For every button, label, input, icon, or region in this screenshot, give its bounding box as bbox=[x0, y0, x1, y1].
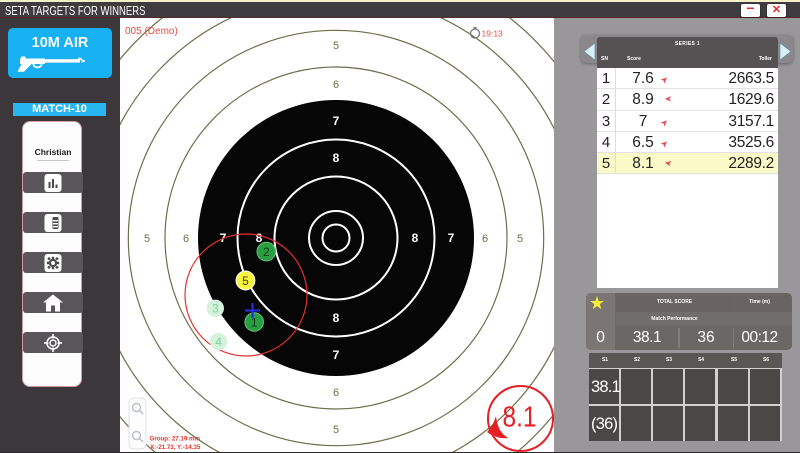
svg-text:005 (Demo): 005 (Demo) bbox=[125, 26, 178, 37]
svg-text:5: 5 bbox=[333, 424, 339, 436]
svg-text:X:-21.73, Y:-14.35: X:-21.73, Y:-14.35 bbox=[150, 444, 201, 451]
svg-text:6: 6 bbox=[333, 387, 339, 399]
svg-text:5: 5 bbox=[242, 274, 249, 288]
svg-text:19:13: 19:13 bbox=[482, 29, 504, 39]
svg-text:Group: 27.19 mm: Group: 27.19 mm bbox=[150, 436, 201, 443]
svg-text:8: 8 bbox=[333, 311, 340, 325]
svg-text:7: 7 bbox=[333, 114, 340, 128]
svg-text:6: 6 bbox=[482, 233, 488, 245]
svg-text:4: 4 bbox=[215, 335, 222, 349]
svg-text:5: 5 bbox=[144, 233, 150, 245]
svg-text:8.1: 8.1 bbox=[503, 402, 537, 434]
svg-text:6: 6 bbox=[183, 233, 189, 245]
svg-text:7: 7 bbox=[448, 231, 455, 245]
svg-text:3: 3 bbox=[212, 302, 219, 316]
svg-text:7: 7 bbox=[333, 348, 340, 362]
svg-text:8: 8 bbox=[412, 231, 419, 245]
svg-text:2: 2 bbox=[263, 245, 270, 259]
svg-text:8: 8 bbox=[256, 231, 263, 245]
svg-text:5: 5 bbox=[333, 40, 339, 52]
svg-text:5: 5 bbox=[517, 233, 523, 245]
svg-text:8: 8 bbox=[333, 151, 340, 165]
svg-text:6: 6 bbox=[333, 79, 339, 91]
